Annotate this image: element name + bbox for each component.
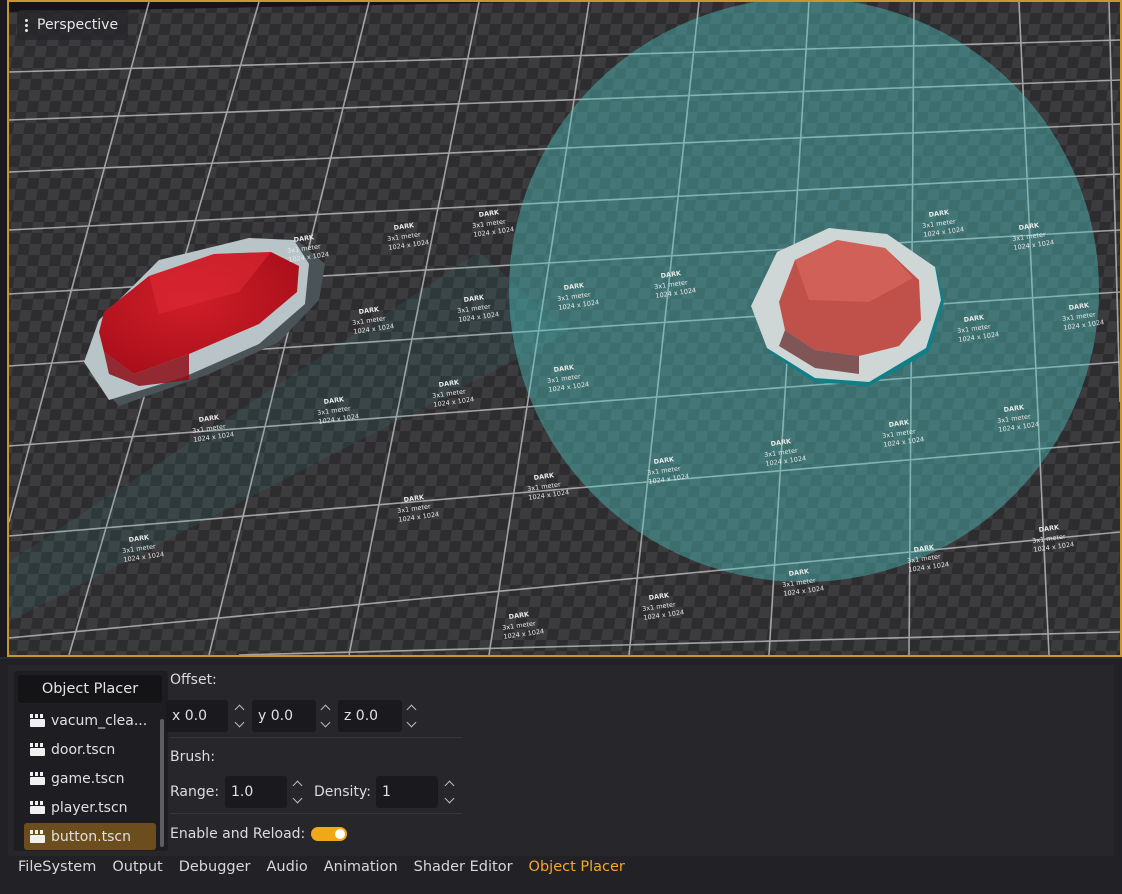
tab-animation[interactable]: Animation <box>316 856 406 880</box>
tree-item-label: player.tscn <box>51 799 128 816</box>
range-label: Range: <box>170 784 220 800</box>
scene-clapperboard-icon <box>30 743 45 756</box>
tree-scrollbar[interactable] <box>160 719 164 847</box>
tree-item-player[interactable]: player.tscn <box>24 794 156 821</box>
density-label: Density: <box>314 784 371 800</box>
tree-item-label: game.tscn <box>51 770 125 787</box>
tab-object-placer[interactable]: Object Placer <box>521 856 633 880</box>
scene-render[interactable]: DARK3x1 meter1024 x 1024 DARK3x1 meter10… <box>9 2 1120 655</box>
tree-item-label: button.tscn <box>51 828 131 845</box>
offset-y-stepper[interactable] <box>318 700 332 732</box>
density-field[interactable]: 1 <box>376 776 438 808</box>
brush-label: Brush: <box>170 749 216 765</box>
enable-reload-label: Enable and Reload: <box>170 826 306 842</box>
tab-shader-editor[interactable]: Shader Editor <box>406 856 521 880</box>
scene-tree[interactable]: Object Placer vacum_clea... door.tscn ga… <box>14 671 168 851</box>
tab-audio[interactable]: Audio <box>259 856 316 880</box>
tree-item-label: door.tscn <box>51 741 116 758</box>
scene-clapperboard-icon <box>30 830 45 843</box>
offset-label: Offset: <box>170 672 217 688</box>
offset-x-field[interactable]: x 0.0 <box>166 700 228 732</box>
tree-item-button[interactable]: button.tscn <box>24 823 156 850</box>
scene-clapperboard-icon <box>30 801 45 814</box>
offset-z-stepper[interactable] <box>404 700 418 732</box>
tree-header: Object Placer <box>18 675 162 703</box>
tab-debugger[interactable]: Debugger <box>171 856 259 880</box>
offset-z-field[interactable]: z 0.0 <box>338 700 402 732</box>
placer-properties: Offset: x 0.0 y 0.0 z 0.0 Brush: Range: … <box>166 665 470 856</box>
bottom-panel: Object Placer vacum_clea... door.tscn ga… <box>0 657 1122 894</box>
scene-clapperboard-icon <box>30 714 45 727</box>
object-placer-panel: Object Placer vacum_clea... door.tscn ga… <box>8 665 1114 856</box>
perspective-menu-button[interactable]: Perspective <box>17 10 129 40</box>
enable-reload-toggle[interactable] <box>311 827 347 841</box>
tab-filesystem[interactable]: FileSystem <box>10 856 104 880</box>
tree-item-door[interactable]: door.tscn <box>24 736 156 763</box>
range-stepper[interactable] <box>290 776 304 808</box>
tree-item-vacum-cleaner[interactable]: vacum_clea... <box>24 707 156 734</box>
density-stepper[interactable] <box>442 776 456 808</box>
tree-item-label: vacum_clea... <box>51 712 148 729</box>
scene-clapperboard-icon <box>30 772 45 785</box>
divider <box>170 813 462 814</box>
perspective-label: Perspective <box>37 17 119 33</box>
tree-item-game[interactable]: game.tscn <box>24 765 156 792</box>
range-field[interactable]: 1.0 <box>225 776 287 808</box>
kebab-menu-icon <box>25 18 28 32</box>
3d-viewport[interactable]: DARK 3x1 meter 1024 x 1024 DARK 3x1 meter 10… <box>7 0 1122 657</box>
bottom-dock-tabs: FileSystem Output Debugger Audio Animati… <box>10 856 633 880</box>
tab-output[interactable]: Output <box>104 856 170 880</box>
divider <box>170 737 462 738</box>
offset-y-field[interactable]: y 0.0 <box>252 700 316 732</box>
offset-x-stepper[interactable] <box>232 700 246 732</box>
